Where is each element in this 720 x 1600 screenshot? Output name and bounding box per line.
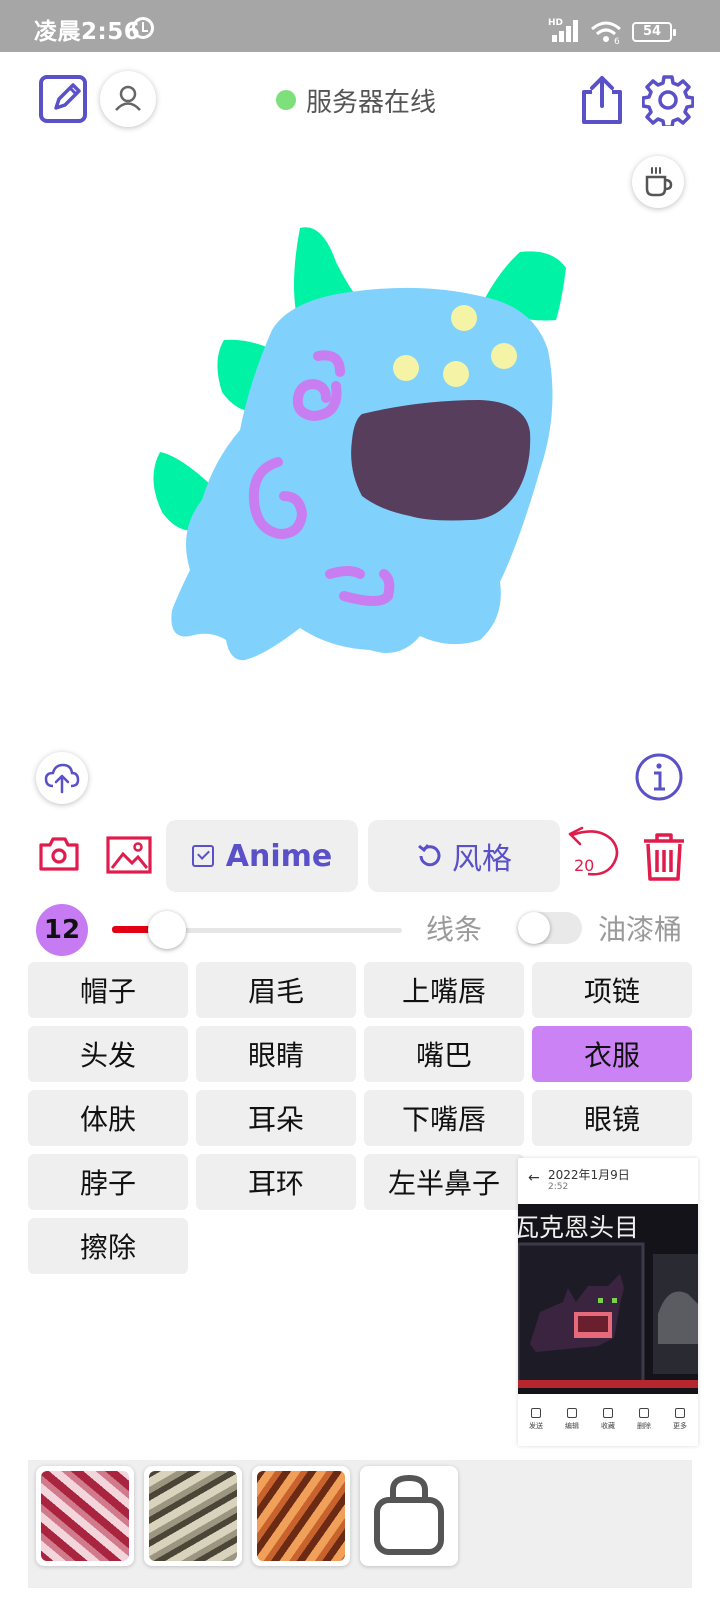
- user-icon: [115, 85, 141, 111]
- part-button[interactable]: 眉毛: [196, 962, 356, 1018]
- monster-drawing: [153, 227, 566, 661]
- server-status-dot: [276, 90, 296, 110]
- preview-more-button[interactable]: 更多: [673, 1408, 687, 1431]
- style-tray: [28, 1460, 692, 1588]
- image-icon[interactable]: [106, 836, 152, 874]
- wifi-sub-label: 6: [614, 37, 620, 44]
- part-button[interactable]: 眼镜: [532, 1090, 692, 1146]
- part-button[interactable]: 眼睛: [196, 1026, 356, 1082]
- part-button[interactable]: 脖子: [28, 1154, 188, 1210]
- part-button[interactable]: 衣服: [532, 1026, 692, 1082]
- preview-favorite-button[interactable]: 收藏: [601, 1408, 615, 1431]
- back-arrow-icon[interactable]: ←: [528, 1170, 540, 1186]
- drawing-canvas[interactable]: [0, 140, 720, 740]
- preview-send-button[interactable]: 发送: [529, 1408, 543, 1431]
- undo-button[interactable]: 20: [568, 826, 624, 882]
- brush-size-slider[interactable]: [112, 910, 402, 950]
- paint-bucket-label: 油漆桶: [598, 913, 683, 946]
- preview-time: 2:52: [548, 1182, 569, 1192]
- pixel-monster-image: [518, 1242, 698, 1388]
- preview-delete-button[interactable]: 删除: [637, 1408, 651, 1431]
- preview-edit-button[interactable]: 编辑: [565, 1408, 579, 1431]
- part-button[interactable]: 嘴巴: [364, 1026, 524, 1082]
- style-button[interactable]: 风格: [368, 820, 560, 892]
- shop-button[interactable]: [360, 1466, 458, 1566]
- anime-toggle-button[interactable]: Anime: [166, 820, 358, 892]
- slider-thumb[interactable]: [148, 911, 187, 949]
- undo-count: 20: [574, 856, 595, 875]
- toggle-knob: [518, 912, 550, 944]
- part-button[interactable]: 耳朵: [196, 1090, 356, 1146]
- screenshot-preview[interactable]: ← 2022年1月9日 2:52 瓦克恩头目 发送 编辑 收藏 删除 更多: [518, 1158, 698, 1446]
- alarm-icon: [132, 17, 154, 39]
- status-bar: 凌晨2:56 HD 6 54: [0, 0, 720, 52]
- settings-icon[interactable]: [642, 74, 694, 126]
- brush-size-badge: 12: [36, 904, 88, 956]
- rotate-icon: [418, 844, 441, 867]
- upload-button[interactable]: [36, 752, 88, 804]
- shopping-bag-icon: [374, 1474, 444, 1555]
- preview-actions: 发送 编辑 收藏 删除 更多: [518, 1408, 698, 1431]
- part-button[interactable]: 耳环: [196, 1154, 356, 1210]
- info-icon[interactable]: [634, 752, 684, 802]
- cloud-upload-icon: [44, 763, 80, 794]
- edit-icon[interactable]: [38, 72, 90, 124]
- anime-checkbox-icon: [191, 845, 214, 867]
- trash-icon[interactable]: [642, 832, 686, 882]
- preview-image: 瓦克恩头目: [518, 1204, 698, 1394]
- anime-label: Anime: [225, 838, 333, 874]
- server-status-label: 服务器在线: [306, 87, 437, 118]
- camera-icon[interactable]: [38, 836, 80, 872]
- part-button[interactable]: 头发: [28, 1026, 188, 1082]
- style-label: 风格: [452, 842, 512, 877]
- part-button[interactable]: 下嘴唇: [364, 1090, 524, 1146]
- signal-icon: [552, 20, 582, 42]
- wifi-icon: 6: [591, 21, 621, 44]
- part-button[interactable]: 左半鼻子: [364, 1154, 524, 1210]
- paint-bucket-toggle[interactable]: [518, 912, 582, 944]
- preview-date: 2022年1月9日: [548, 1168, 630, 1182]
- part-button[interactable]: 上嘴唇: [364, 962, 524, 1018]
- share-icon[interactable]: [578, 74, 626, 126]
- lines-label: 线条: [426, 913, 483, 946]
- user-profile-button[interactable]: [100, 71, 156, 127]
- status-time: 凌晨2:56: [34, 19, 141, 45]
- battery-icon: 54: [632, 22, 676, 42]
- part-button[interactable]: 帽子: [28, 962, 188, 1018]
- part-button[interactable]: 擦除: [28, 1218, 188, 1274]
- server-status: 服务器在线: [276, 82, 436, 118]
- style-thumbnail[interactable]: [252, 1466, 350, 1566]
- style-thumbnail[interactable]: [144, 1466, 242, 1566]
- style-thumbnail[interactable]: [36, 1466, 134, 1566]
- part-button[interactable]: 体肤: [28, 1090, 188, 1146]
- part-button[interactable]: 项链: [532, 962, 692, 1018]
